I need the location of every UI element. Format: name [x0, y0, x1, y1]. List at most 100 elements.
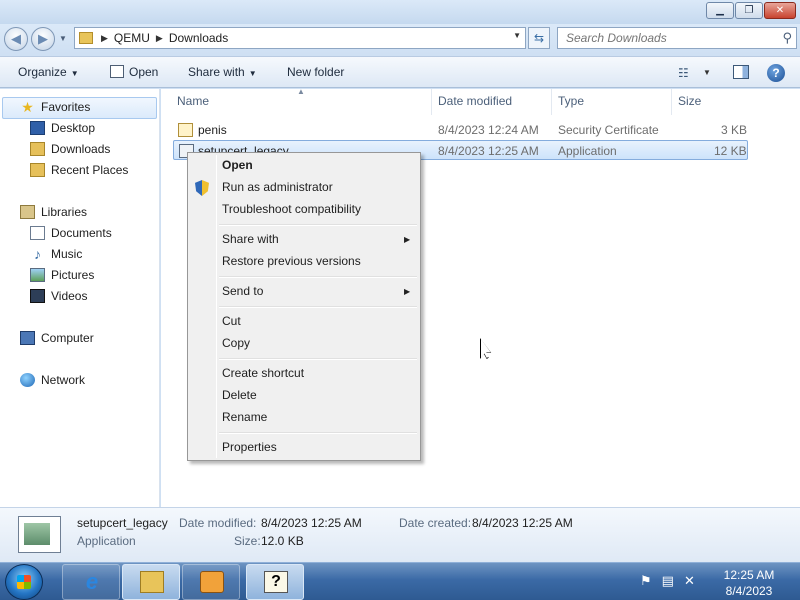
- open-icon: [110, 65, 124, 78]
- nav-libraries-label: Libraries: [41, 205, 88, 219]
- menu-item-share-with[interactable]: Share with: [222, 232, 279, 246]
- network-icon: [20, 373, 35, 387]
- documents-icon: [30, 226, 45, 240]
- start-button[interactable]: [5, 564, 43, 600]
- volume-muted-icon[interactable]: ✕: [684, 573, 695, 589]
- nav-videos[interactable]: Videos: [30, 289, 87, 303]
- column-header-size[interactable]: Size: [678, 94, 701, 108]
- menu-item-create-shortcut[interactable]: Create shortcut: [222, 366, 304, 380]
- breadcrumb-qemu[interactable]: QEMU: [114, 31, 150, 45]
- menu-item-open[interactable]: Open: [222, 158, 253, 172]
- taskbar-help-app[interactable]: ?: [246, 564, 304, 600]
- breadcrumb-chevron-icon[interactable]: ▶: [101, 33, 108, 44]
- music-icon: ♪: [34, 246, 41, 262]
- nav-documents[interactable]: Documents: [30, 226, 112, 240]
- column-header-name[interactable]: Name: [177, 94, 209, 108]
- nav-music[interactable]: ♪ Music: [30, 247, 82, 261]
- open-button[interactable]: Open: [110, 65, 158, 79]
- maximize-button[interactable]: ❐: [735, 2, 763, 19]
- refresh-icon[interactable]: ⇆: [528, 27, 550, 49]
- menu-item-restore-previous-versions[interactable]: Restore previous versions: [222, 254, 361, 268]
- menu-item-send-to[interactable]: Send to: [222, 284, 263, 298]
- help-icon[interactable]: ?: [767, 64, 785, 82]
- breadcrumb-chevron-icon[interactable]: ▶: [156, 33, 163, 44]
- column-header-date-modified[interactable]: Date modified: [438, 94, 512, 108]
- menu-separator: [219, 224, 417, 226]
- menu-item-troubleshoot-compatibility[interactable]: Troubleshoot compatibility: [222, 202, 361, 216]
- address-dropdown-icon[interactable]: ▼: [513, 31, 521, 40]
- navigation-pane: ★ Favorites Desktop Downloads Recent Plac…: [0, 89, 160, 507]
- view-options-dropdown-icon[interactable]: ▼: [703, 68, 711, 77]
- column-header-type[interactable]: Type: [558, 94, 584, 108]
- breadcrumb-downloads[interactable]: Downloads: [169, 31, 228, 45]
- nav-pictures-label: Pictures: [51, 268, 95, 282]
- taskbar-clock[interactable]: 12:25 AM 8/4/2023: [712, 567, 786, 599]
- column-divider[interactable]: [671, 89, 672, 115]
- file-date: 8/4/2023 12:24 AM: [438, 123, 539, 137]
- sort-ascending-icon: ▲: [297, 87, 305, 96]
- menu-separator: [219, 306, 417, 308]
- action-center-flag-icon[interactable]: ⚑: [640, 573, 652, 589]
- menu-item-delete[interactable]: Delete: [222, 388, 257, 402]
- nav-downloads[interactable]: Downloads: [30, 142, 110, 156]
- nav-desktop[interactable]: Desktop: [30, 121, 95, 135]
- file-type: Security Certificate: [558, 123, 659, 137]
- help-question-icon: ?: [264, 571, 288, 593]
- close-button[interactable]: ✕: [764, 2, 796, 19]
- organize-menu[interactable]: Organize ▼: [18, 65, 79, 79]
- column-divider[interactable]: [551, 89, 552, 115]
- menu-item-rename[interactable]: Rename: [222, 410, 267, 424]
- search-box: ⚲: [557, 27, 797, 49]
- menu-separator: [219, 276, 417, 278]
- context-menu: Open Run as administrator Troubleshoot c…: [187, 152, 421, 461]
- windows-explorer-icon: [140, 571, 164, 593]
- address-row: ◀ ▶ ▼ ▶ QEMU ▶ Downloads ▼ ⇆ ⚲: [0, 24, 800, 54]
- recent-pages-dropdown-icon[interactable]: ▼: [59, 34, 67, 43]
- videos-icon: [30, 289, 45, 303]
- search-icon[interactable]: ⚲: [782, 30, 792, 46]
- details-pane: setupcert_legacy Application Date modifi…: [0, 507, 800, 562]
- taskbar-internet-explorer[interactable]: e: [62, 564, 120, 600]
- nav-favorites[interactable]: ★ Favorites: [20, 100, 90, 114]
- back-button[interactable]: ◀: [4, 27, 28, 51]
- details-date-modified: 8/4/2023 12:25 AM: [261, 516, 362, 530]
- taskbar-windows-explorer[interactable]: [122, 564, 180, 600]
- network-status-icon[interactable]: ▤: [662, 573, 674, 589]
- menu-item-copy[interactable]: Copy: [222, 336, 250, 350]
- computer-icon: [20, 331, 35, 345]
- search-input[interactable]: [558, 28, 758, 48]
- recent-places-icon: [30, 163, 45, 177]
- nav-recent-places[interactable]: Recent Places: [30, 163, 128, 177]
- nav-pictures[interactable]: Pictures: [30, 268, 94, 282]
- chevron-down-icon: ▼: [70, 69, 79, 78]
- star-icon: ★: [21, 99, 34, 115]
- file-date: 8/4/2023 12:25 AM: [438, 144, 539, 158]
- nav-desktop-label: Desktop: [51, 121, 96, 135]
- change-view-icon[interactable]: ☷: [678, 66, 689, 80]
- column-divider[interactable]: [431, 89, 432, 115]
- downloads-folder-icon: [30, 142, 45, 156]
- nav-computer[interactable]: Computer: [20, 331, 94, 345]
- share-with-menu[interactable]: Share with ▼: [188, 65, 257, 79]
- details-size-label: Size:: [234, 534, 261, 548]
- nav-network[interactable]: Network: [20, 373, 85, 387]
- new-folder-button[interactable]: New folder: [287, 65, 344, 79]
- menu-gutter: [216, 155, 217, 458]
- taskbar-media-player[interactable]: [182, 564, 240, 600]
- minimize-button[interactable]: ▁: [706, 2, 734, 19]
- details-file-name: setupcert_legacy: [77, 516, 168, 530]
- chevron-down-icon: ▼: [248, 69, 257, 78]
- menu-item-cut[interactable]: Cut: [222, 314, 241, 328]
- address-bar[interactable]: ▶ QEMU ▶ Downloads ▼: [74, 27, 526, 49]
- nav-libraries[interactable]: Libraries: [20, 205, 87, 219]
- preview-pane-icon[interactable]: [733, 65, 749, 79]
- forward-button[interactable]: ▶: [31, 27, 55, 51]
- details-file-type: Application: [77, 534, 136, 548]
- nav-recent-places-label: Recent Places: [51, 163, 129, 177]
- menu-item-properties[interactable]: Properties: [222, 440, 277, 454]
- details-date-created-label: Date created:: [399, 516, 472, 530]
- file-size: 3 KB: [721, 123, 748, 137]
- menu-item-run-as-administrator[interactable]: Run as administrator: [222, 180, 333, 194]
- system-tray: ⚑ ▤ ✕: [640, 573, 695, 589]
- file-row[interactable]: penis 8/4/2023 12:24 AM Security Certifi…: [173, 120, 748, 140]
